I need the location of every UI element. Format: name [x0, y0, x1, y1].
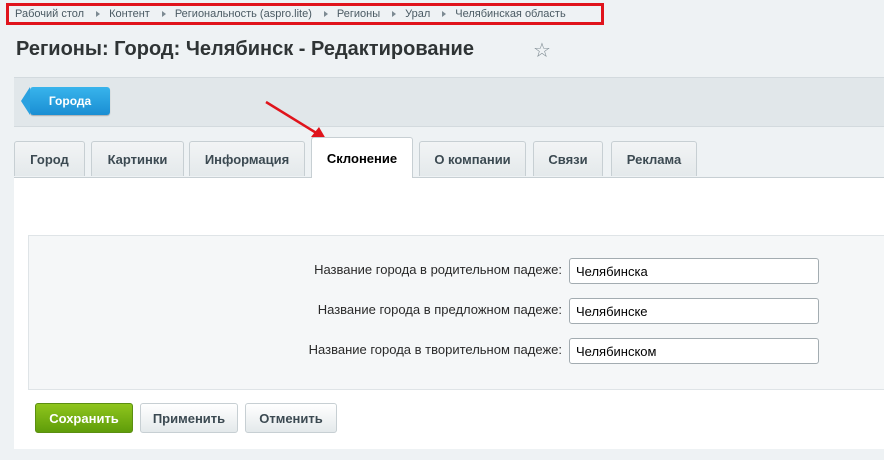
- breadcrumb-item-desktop[interactable]: Рабочий стол: [15, 8, 84, 20]
- chevron-right-icon: [161, 11, 166, 17]
- tab-about-company[interactable]: О компании: [419, 141, 526, 176]
- tab-links[interactable]: Связи: [533, 141, 603, 176]
- prepositional-label: Название города в предложном падеже:: [317, 302, 562, 317]
- breadcrumb-item-ural[interactable]: Урал: [405, 8, 430, 20]
- tab-advertising[interactable]: Реклама: [611, 141, 697, 176]
- apply-button[interactable]: Применить: [140, 403, 238, 433]
- chevron-right-icon: [96, 11, 101, 17]
- breadcrumb-item-chelyabinsk-oblast[interactable]: Челябинская область: [455, 8, 565, 20]
- declension-form: Название города в родительном падеже: На…: [28, 235, 884, 390]
- tab-pictures[interactable]: Картинки: [91, 141, 184, 176]
- breadcrumb-item-regionality[interactable]: Региональность (aspro.lite): [175, 8, 312, 20]
- instrumental-input[interactable]: [569, 338, 819, 364]
- breadcrumb-item-regions[interactable]: Регионы: [337, 8, 380, 20]
- chevron-right-icon: [323, 11, 328, 17]
- genitive-input[interactable]: [569, 258, 819, 284]
- page-title: Регионы: Город: Челябинск - Редактирован…: [16, 38, 474, 60]
- tab-city[interactable]: Город: [14, 141, 85, 176]
- breadcrumb-item-content[interactable]: Контент: [109, 8, 150, 20]
- genitive-label: Название города в родительном падеже:: [314, 262, 562, 277]
- star-icon[interactable]: ☆: [533, 40, 555, 62]
- prepositional-input[interactable]: [569, 298, 819, 324]
- tab-declension[interactable]: Склонение: [311, 137, 413, 178]
- toolbar: Города: [14, 77, 884, 127]
- instrumental-label: Название города в творительном падеже:: [308, 342, 562, 357]
- cancel-button[interactable]: Отменить: [245, 403, 337, 433]
- tab-content-panel: Название города в родительном падеже: На…: [14, 177, 884, 449]
- breadcrumb: Рабочий стол Контент Региональность (asp…: [6, 3, 604, 25]
- chevron-right-icon: [392, 11, 397, 17]
- chevron-right-icon: [442, 11, 447, 17]
- tab-information[interactable]: Информация: [189, 141, 305, 176]
- cities-back-button[interactable]: Города: [21, 87, 110, 115]
- save-button[interactable]: Сохранить: [35, 403, 133, 433]
